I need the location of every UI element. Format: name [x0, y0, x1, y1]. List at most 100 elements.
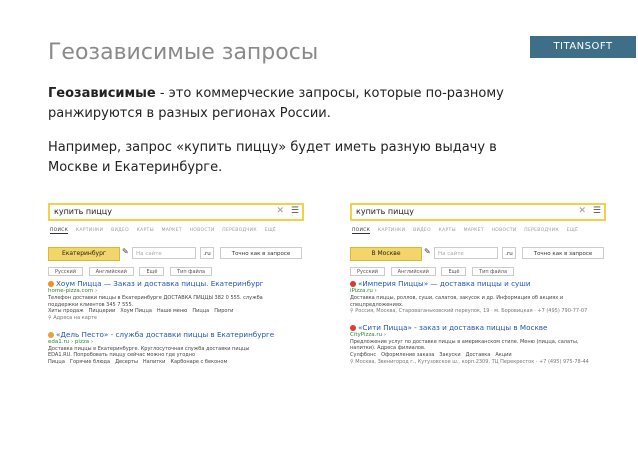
tab-translator[interactable]: ПЕРЕВОДЧИК	[524, 228, 559, 233]
result-title[interactable]: Хоум Пицца — Заказ и доставка пиццы. Ека…	[56, 279, 264, 288]
site-favicon-icon	[350, 324, 356, 331]
result-title[interactable]: «Дель Песто» - служба доставки пиццы в Е…	[56, 330, 274, 339]
result-url[interactable]: CityPizza.ru ›	[350, 332, 608, 339]
result-title[interactable]: «Сити Пицца» - заказ и доставка пиццы в …	[358, 323, 547, 332]
sitelink[interactable]: Хиты продаж	[48, 308, 84, 314]
sitelink[interactable]: Хоум Пицца	[120, 308, 152, 314]
sitelink[interactable]: Десерты	[115, 359, 138, 365]
sitelink[interactable]: Акции	[495, 352, 511, 358]
address-link[interactable]: Адреса на карте	[53, 315, 97, 321]
lang-english[interactable]: Английский	[390, 267, 436, 276]
search-tabs: ПОИСК КАРТИНКИ ВИДЕО КАРТЫ МАРКЕТ НОВОСТ…	[50, 228, 306, 234]
address-link[interactable]: Москва, Звенигород г., Кутузовское ш., к…	[355, 359, 589, 365]
titansoft-logo: TITANSOFT	[530, 36, 636, 58]
clear-icon[interactable]: ✕	[276, 206, 284, 216]
file-type[interactable]: Тип файла	[472, 267, 515, 276]
lang-russian[interactable]: Русский	[48, 267, 83, 276]
search-results: Хоум Пицца — Заказ и доставка пиццы. Ека…	[48, 279, 306, 374]
sitelink[interactable]: Оформление заказа	[381, 352, 434, 358]
result-item: «Сити Пицца» - заказ и доставка пиццы в …	[350, 323, 608, 366]
result-title-link[interactable]: «Сити Пицца» - заказ и доставка пиццы в …	[350, 323, 608, 332]
result-url[interactable]: eda1.ru › pizza ›	[48, 339, 306, 346]
lang-english[interactable]: Английский	[88, 267, 134, 276]
lang-russian[interactable]: Русский	[350, 267, 385, 276]
tab-more[interactable]: ЕЩЁ	[265, 228, 277, 233]
slide-title: Геозависимые запросы	[48, 40, 319, 65]
sitelink[interactable]: Напитки	[143, 359, 166, 365]
site-favicon-icon	[350, 281, 356, 287]
tab-video[interactable]: ВИДЕО	[111, 228, 129, 233]
result-title-link[interactable]: «Империя Пиццы» — доставка пиццы и суши	[350, 279, 608, 288]
search-input[interactable]: купить пиццу ✕ ☰	[350, 203, 606, 221]
tab-maps[interactable]: КАРТЫ	[137, 228, 154, 233]
result-address[interactable]: ⚲ Россия, Москва, Староваганьковский пер…	[350, 308, 608, 315]
sitelinks: Сулфбонс Оформление заказа Закуски Доставка…	[350, 352, 608, 359]
sitelink[interactable]: Закуски	[439, 352, 460, 358]
sitelink[interactable]: Горячие блюда	[70, 359, 110, 365]
filter-icon[interactable]: ☰	[291, 206, 299, 216]
result-item: «Империя Пиццы» — доставка пиццы и суши …	[350, 279, 608, 315]
tab-market[interactable]: МАРКЕТ	[162, 228, 182, 233]
search-controls: Екатеринбург ✎ На сайте .ru Точно как в …	[48, 247, 304, 261]
search-input[interactable]: купить пиццу ✕ ☰	[48, 203, 304, 221]
result-title[interactable]: «Империя Пиццы» — доставка пиццы и суши	[358, 279, 531, 288]
tab-maps[interactable]: КАРТЫ	[439, 228, 456, 233]
exact-match-button[interactable]: Точно как в запросе	[522, 247, 604, 259]
sitelink[interactable]: Доставка	[466, 352, 491, 358]
sitelink[interactable]: Пицца	[48, 359, 65, 365]
tab-images[interactable]: КАРТИНКИ	[378, 228, 405, 233]
file-type[interactable]: Тип файла	[170, 267, 213, 276]
sitelinks: Пицца Горячие блюда Десерты Напитки Карбонар…	[48, 359, 306, 366]
site-favicon-icon	[48, 281, 54, 287]
address-link[interactable]: Россия, Москва, Староваганьковский переу…	[355, 308, 587, 314]
sitelink[interactable]: Пироги	[214, 308, 233, 314]
search-results: «Империя Пиццы» — доставка пиццы и суши …	[350, 279, 608, 373]
site-favicon-icon	[48, 331, 54, 338]
domain-select[interactable]: .ru	[200, 247, 214, 259]
serp-moscow: купить пиццу ✕ ☰ ПОИСК КАРТИНКИ ВИДЕО КА…	[350, 203, 612, 403]
search-query: купить пиццу	[54, 207, 112, 216]
search-query: купить пиццу	[356, 207, 414, 216]
example-text: Например, запрос «купить пиццу» будет им…	[48, 140, 497, 175]
exact-match-button[interactable]: Точно как в запросе	[220, 247, 302, 259]
region-button[interactable]: Екатеринбург	[48, 247, 120, 261]
sitelink[interactable]: Пицца	[192, 308, 209, 314]
filter-icon[interactable]: ☰	[593, 206, 601, 216]
sitelink[interactable]: Карбонаре с беконом	[170, 359, 227, 365]
tab-market[interactable]: МАРКЕТ	[464, 228, 484, 233]
domain-select[interactable]: .ru	[502, 247, 516, 259]
search-controls: В Москве ✎ На сайте .ru Точно как в запр…	[350, 247, 606, 261]
clear-icon[interactable]: ✕	[578, 206, 586, 216]
tab-translator[interactable]: ПЕРЕВОДЧИК	[222, 228, 257, 233]
tab-news[interactable]: НОВОСТИ	[190, 228, 215, 233]
result-address[interactable]: ⚲ Адреса на карте	[48, 315, 306, 322]
language-filters: Русский Английский Ещё Тип файла	[48, 267, 304, 276]
lang-more[interactable]: Ещё	[139, 267, 165, 276]
serp-ekaterinburg: купить пиццу ✕ ☰ ПОИСК КАРТИНКИ ВИДЕО КА…	[48, 203, 310, 403]
edit-region-icon[interactable]: ✎	[424, 247, 431, 256]
result-title-link[interactable]: Хоум Пицца — Заказ и доставка пиццы. Ека…	[48, 279, 306, 288]
sitelink[interactable]: Пиццерии	[89, 308, 116, 314]
sitelink[interactable]: Сулфбонс	[350, 352, 376, 358]
tab-search[interactable]: ПОИСК	[352, 228, 371, 234]
result-url[interactable]: iPizza.ru ›	[350, 288, 608, 295]
tab-video[interactable]: ВИДЕО	[413, 228, 431, 233]
region-button[interactable]: В Москве	[350, 247, 422, 261]
search-tabs: ПОИСК КАРТИНКИ ВИДЕО КАРТЫ МАРКЕТ НОВОСТ…	[352, 228, 608, 234]
result-item: «Дель Песто» - служба доставки пиццы в Е…	[48, 330, 306, 366]
edit-region-icon[interactable]: ✎	[122, 247, 129, 256]
tab-more[interactable]: ЕЩЁ	[567, 228, 579, 233]
result-item: Хоум Пицца — Заказ и доставка пиццы. Ека…	[48, 279, 306, 322]
result-address[interactable]: ⚲ Москва, Звенигород г., Кутузовское ш.,…	[350, 359, 608, 366]
site-input[interactable]: На сайте	[434, 247, 498, 259]
tab-news[interactable]: НОВОСТИ	[492, 228, 517, 233]
tab-search[interactable]: ПОИСК	[50, 228, 69, 234]
sitelink[interactable]: Наше меню	[157, 308, 187, 314]
sitelinks: Хиты продаж Пиццерии Хоум Пицца Наше меню Пи…	[48, 308, 306, 315]
site-input[interactable]: На сайте	[132, 247, 196, 259]
tab-images[interactable]: КАРТИНКИ	[76, 228, 103, 233]
result-url[interactable]: home-pizza.com ›	[48, 288, 306, 295]
definition-term: Геозависимые	[48, 86, 156, 101]
lang-more[interactable]: Ещё	[441, 267, 467, 276]
result-title-link[interactable]: «Дель Песто» - служба доставки пиццы в Е…	[48, 330, 306, 339]
